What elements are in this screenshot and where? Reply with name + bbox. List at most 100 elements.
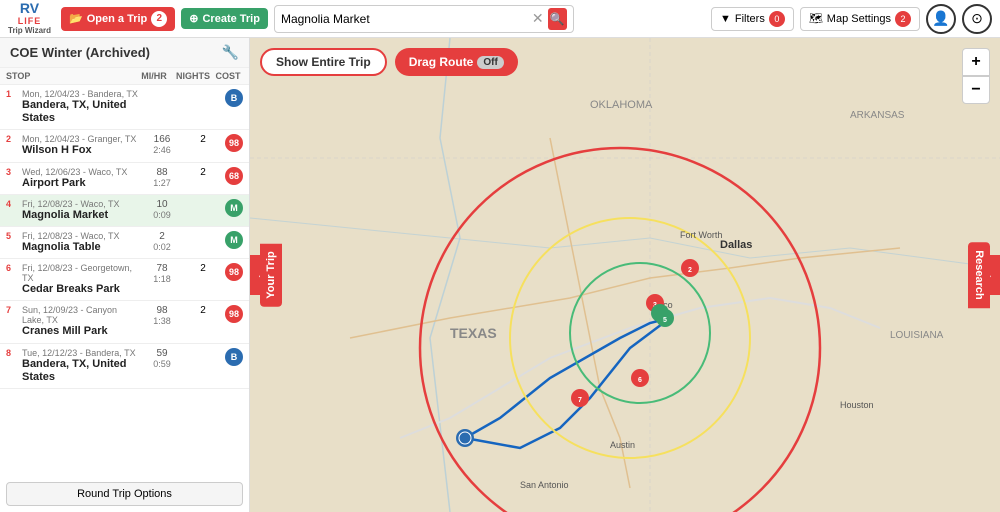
clear-search-icon[interactable]: ✕ <box>532 10 544 27</box>
stop-item[interactable]: 2 Mon, 12/04/23 - Granger, TX Wilson H F… <box>0 130 249 162</box>
stop-info: Sun, 12/09/23 - Canyon Lake, TX Cranes M… <box>22 305 139 338</box>
stop-date: Sun, 12/09/23 - Canyon Lake, TX <box>22 305 139 325</box>
zoom-in-button[interactable]: + <box>962 48 990 76</box>
svg-text:ARKANSAS: ARKANSAS <box>850 110 905 121</box>
stop-item[interactable]: 7 Sun, 12/09/23 - Canyon Lake, TX Cranes… <box>0 301 249 343</box>
user-avatar[interactable]: 👤 <box>926 4 956 34</box>
wrench-icon[interactable]: 🔧 <box>222 44 239 61</box>
drag-route-button[interactable]: Drag Route Off <box>395 48 518 76</box>
svg-text:OKLAHOMA: OKLAHOMA <box>590 99 653 111</box>
stop-date: Fri, 12/08/23 - Waco, TX <box>22 199 139 209</box>
stop-mi: 98 <box>156 305 167 316</box>
col-stop-header: STOP <box>6 71 135 81</box>
svg-text:2: 2 <box>688 267 692 274</box>
stop-number: 7 <box>6 305 18 315</box>
round-trip-button[interactable]: Round Trip Options <box>6 482 243 506</box>
stop-metrics: 78 1:18 <box>143 263 181 284</box>
svg-text:5: 5 <box>663 317 667 324</box>
stop-icon: B <box>225 348 243 366</box>
map-area: OKLAHOMA TEXAS LOUISIANA ARKANSAS Dallas… <box>250 38 1000 512</box>
map-settings-button[interactable]: 🗺 Map Settings 2 <box>800 7 920 31</box>
stop-name: Magnolia Table <box>22 241 139 254</box>
stop-date: Fri, 12/08/23 - Waco, TX <box>22 231 139 241</box>
sidebar-title: COE Winter (Archived) <box>10 45 150 60</box>
stop-name: Bandera, TX, United States <box>22 358 139 384</box>
stop-icon: 98 <box>225 263 243 281</box>
search-box: ✕ 🔍 <box>274 5 574 33</box>
stop-icon: M <box>225 231 243 249</box>
research-button[interactable]: Research <box>968 242 990 308</box>
stop-info: Fri, 12/08/23 - Waco, TX Magnolia Table <box>22 231 139 254</box>
stops-table-header: STOP MI/HR NIGHTS COST <box>0 68 249 85</box>
stop-item[interactable]: 4 Fri, 12/08/23 - Waco, TX Magnolia Mark… <box>0 195 249 227</box>
stop-item[interactable]: 5 Fri, 12/08/23 - Waco, TX Magnolia Tabl… <box>0 227 249 259</box>
stop-nights: 2 <box>185 167 221 178</box>
stop-number: 1 <box>6 89 18 99</box>
filters-label: Filters <box>735 13 765 25</box>
stop-item[interactable]: 8 Tue, 12/12/23 - Bandera, TX Bandera, T… <box>0 344 249 389</box>
stop-metrics: 88 1:27 <box>143 167 181 188</box>
brand-logo: RV LIFE Trip Wizard <box>8 1 51 35</box>
stop-info: Fri, 12/08/23 - Georgetown, TX Cedar Bre… <box>22 263 139 296</box>
nav-right: ▼ Filters 0 🗺 Map Settings 2 👤 ⊙ <box>711 4 992 34</box>
stop-name: Airport Park <box>22 177 139 190</box>
stop-number: 2 <box>6 134 18 144</box>
drag-route-label: Drag Route <box>409 55 474 69</box>
zoom-out-button[interactable]: − <box>962 76 990 104</box>
zoom-controls: + − <box>962 48 990 104</box>
drag-route-status: Off <box>477 56 503 69</box>
stop-date: Tue, 12/12/23 - Bandera, TX <box>22 348 139 358</box>
stop-number: 3 <box>6 167 18 177</box>
stop-nights: 2 <box>185 305 221 316</box>
filter-icon: ▼ <box>720 13 731 25</box>
stop-nights: 2 <box>185 134 221 145</box>
show-entire-trip-button[interactable]: Show Entire Trip <box>260 48 387 76</box>
stop-item[interactable]: 1 Mon, 12/04/23 - Bandera, TX Bandera, T… <box>0 85 249 130</box>
stop-number: 4 <box>6 199 18 209</box>
svg-text:Austin: Austin <box>610 440 635 450</box>
stop-number: 8 <box>6 348 18 358</box>
sidebar: COE Winter (Archived) 🔧 STOP MI/HR NIGHT… <box>0 38 250 512</box>
stop-item[interactable]: 3 Wed, 12/06/23 - Waco, TX Airport Park … <box>0 163 249 195</box>
map-icon: 🗺 <box>809 12 823 25</box>
stop-hr: 1:18 <box>153 274 171 284</box>
search-button[interactable]: 🔍 <box>548 8 567 30</box>
stop-info: Tue, 12/12/23 - Bandera, TX Bandera, TX,… <box>22 348 139 384</box>
search-input[interactable] <box>281 12 532 26</box>
create-trip-button[interactable]: ⊕ Create Trip <box>181 8 268 29</box>
user-menu-button[interactable]: ⊙ <box>962 4 992 34</box>
stop-info: Fri, 12/08/23 - Waco, TX Magnolia Market <box>22 199 139 222</box>
stop-date: Mon, 12/04/23 - Granger, TX <box>22 134 139 144</box>
stop-mi: 10 <box>156 199 167 210</box>
open-trip-button[interactable]: 📂 Open a Trip 2 <box>61 7 175 31</box>
svg-text:6: 6 <box>638 377 642 384</box>
sidebar-header: COE Winter (Archived) 🔧 <box>0 38 249 68</box>
stop-date: Wed, 12/06/23 - Waco, TX <box>22 167 139 177</box>
col-nights-header: NIGHTS <box>173 71 213 81</box>
your-trip-button[interactable]: Your Trip <box>260 243 282 306</box>
stop-metrics: 98 1:38 <box>143 305 181 326</box>
brand-wizard: Trip Wizard <box>8 27 51 36</box>
stop-number: 5 <box>6 231 18 241</box>
brand-rv: RV <box>20 1 39 16</box>
stop-hr: 0:02 <box>153 242 171 252</box>
stop-hr: 0:59 <box>153 359 171 369</box>
stop-number: 6 <box>6 263 18 273</box>
stop-name: Bandera, TX, United States <box>22 99 139 125</box>
svg-text:LOUISIANA: LOUISIANA <box>890 330 944 341</box>
stop-hr: 2:46 <box>153 145 171 155</box>
stop-mi: 88 <box>156 167 167 178</box>
stop-metrics: 2 0:02 <box>143 231 181 252</box>
stop-icon: 98 <box>225 134 243 152</box>
stop-metrics: 10 0:09 <box>143 199 181 220</box>
stop-date: Fri, 12/08/23 - Georgetown, TX <box>22 263 139 283</box>
filters-button[interactable]: ▼ Filters 0 <box>711 7 794 31</box>
stop-icon: M <box>225 199 243 217</box>
stop-icon: B <box>225 89 243 107</box>
stops-list: 1 Mon, 12/04/23 - Bandera, TX Bandera, T… <box>0 85 249 476</box>
stop-item[interactable]: 6 Fri, 12/08/23 - Georgetown, TX Cedar B… <box>0 259 249 301</box>
col-mihr-header: MI/HR <box>135 71 173 81</box>
svg-text:Houston: Houston <box>840 400 874 410</box>
stop-mi: 59 <box>156 348 167 359</box>
svg-text:San Antonio: San Antonio <box>520 480 569 490</box>
